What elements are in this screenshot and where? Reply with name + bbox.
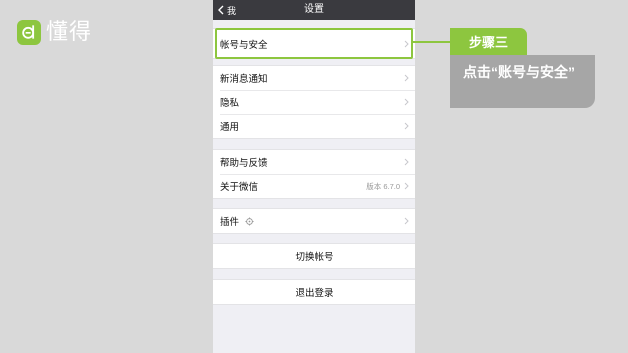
chevron-right-icon bbox=[404, 217, 409, 225]
chevron-right-icon bbox=[404, 98, 409, 106]
chevron-right-icon bbox=[404, 74, 409, 82]
page-title: 设置 bbox=[304, 4, 324, 15]
step-instruction: 点击“账号与安全” bbox=[463, 64, 575, 80]
logout-button[interactable]: 退出登录 bbox=[213, 280, 415, 304]
settings-group-plugins: 插件 bbox=[213, 208, 415, 234]
settings-item-general[interactable]: 通用 bbox=[213, 114, 415, 138]
chevron-right-icon bbox=[404, 122, 409, 130]
settings-item-plugins[interactable]: 插件 bbox=[213, 209, 415, 233]
switch-account-label: 切换帐号 bbox=[295, 252, 334, 263]
brand-name: 懂得 bbox=[46, 19, 93, 44]
settings-group-general: 新消息通知 隐私 通用 bbox=[213, 65, 415, 139]
settings-item-help-feedback[interactable]: 帮助与反馈 bbox=[213, 150, 415, 174]
switch-account-group: 切换帐号 bbox=[213, 243, 415, 269]
logout-label: 退出登录 bbox=[295, 288, 334, 299]
step-badge: 步骤三 bbox=[450, 28, 527, 55]
logout-group: 退出登录 bbox=[213, 279, 415, 305]
settings-item-label: 隐私 bbox=[220, 98, 240, 109]
settings-item-label: 关于微信 bbox=[220, 182, 259, 193]
gear-icon bbox=[245, 216, 254, 226]
settings-item-label: 新消息通知 bbox=[220, 74, 268, 85]
step-instruction-box: 点击“账号与安全” bbox=[450, 55, 595, 108]
settings-item-about[interactable]: 关于微信 版本 6.7.0 bbox=[213, 174, 415, 198]
nav-bar: 我 设置 bbox=[213, 0, 415, 20]
settings-item-trailing: 版本 6.7.0 bbox=[366, 181, 409, 192]
settings-item-label: 插件 bbox=[220, 217, 240, 228]
settings-item-label: 帮助与反馈 bbox=[220, 158, 268, 169]
settings-item-leading: 插件 bbox=[220, 214, 254, 228]
settings-item-notifications[interactable]: 新消息通知 bbox=[213, 66, 415, 90]
step-label: 步骤三 bbox=[468, 35, 508, 50]
callout-connector bbox=[413, 41, 450, 43]
highlight-frame bbox=[215, 28, 413, 59]
settings-item-label: 通用 bbox=[220, 122, 240, 133]
version-label: 版本 6.7.0 bbox=[366, 181, 400, 191]
brand-logo: 懂得 bbox=[17, 19, 92, 45]
settings-group-help: 帮助与反馈 关于微信 版本 6.7.0 bbox=[213, 149, 415, 199]
switch-account-button[interactable]: 切换帐号 bbox=[213, 244, 415, 268]
chevron-right-icon bbox=[404, 158, 409, 166]
chevron-right-icon bbox=[404, 182, 409, 190]
settings-item-privacy[interactable]: 隐私 bbox=[213, 90, 415, 114]
dongde-logo-icon bbox=[17, 19, 41, 45]
